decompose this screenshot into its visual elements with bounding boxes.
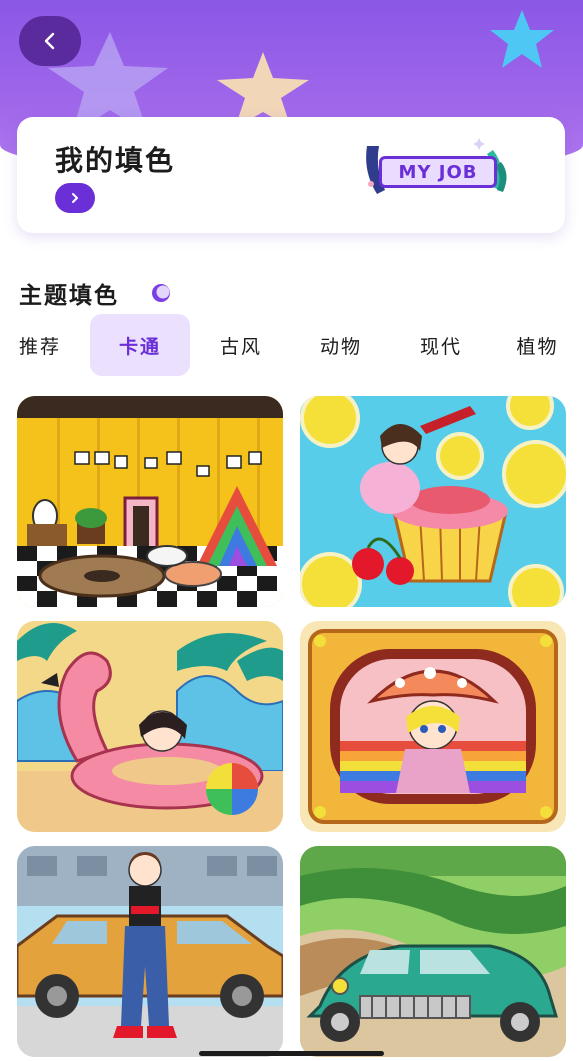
blue-star-decoration xyxy=(490,10,554,68)
my-coloring-go-button[interactable] xyxy=(55,183,95,213)
chevron-left-icon xyxy=(44,32,55,50)
my-job-illustration: MY JOB xyxy=(361,132,511,202)
artwork-car-image xyxy=(300,846,566,1057)
artwork-flamingo-image xyxy=(17,621,283,832)
artwork-card-room[interactable] xyxy=(17,396,283,607)
tab-ancient[interactable]: 古风 xyxy=(192,314,290,376)
tab-plant[interactable]: 植物 xyxy=(492,314,583,376)
tab-animal[interactable]: 动物 xyxy=(292,314,390,376)
section-title: 主题填色 xyxy=(19,283,119,309)
artwork-card-dessert[interactable] xyxy=(300,396,566,607)
category-tabs: 推荐 卡通 古风 动物 现代 植物 xyxy=(0,314,583,376)
artwork-card-taxi[interactable] xyxy=(17,846,283,1057)
artwork-card-mushroom[interactable] xyxy=(300,621,566,832)
chevron-right-icon xyxy=(72,193,78,203)
my-coloring-title: 我的填色 xyxy=(55,144,176,177)
my-coloring-card[interactable]: 我的填色 MY JOB xyxy=(17,117,565,233)
artwork-mushroom-image xyxy=(300,621,566,832)
artwork-room-image xyxy=(17,396,283,607)
tab-recommend[interactable]: 推荐 xyxy=(0,314,80,376)
moon-icon xyxy=(152,284,170,302)
theme-coloring-page: 我的填色 MY JOB 主题填色 推荐 卡通 古风 动物 现代 植物 xyxy=(0,0,583,1061)
artwork-card-car[interactable] xyxy=(300,846,566,1057)
my-job-badge: MY JOB xyxy=(379,156,497,188)
tab-cartoon[interactable]: 卡通 xyxy=(90,314,190,376)
yellow-star-decoration xyxy=(217,52,309,128)
home-indicator xyxy=(199,1051,384,1056)
artwork-taxi-image xyxy=(17,846,283,1057)
tab-modern[interactable]: 现代 xyxy=(392,314,490,376)
artwork-card-flamingo[interactable] xyxy=(17,621,283,832)
artwork-dessert-image xyxy=(300,396,566,607)
back-button[interactable] xyxy=(19,16,81,66)
